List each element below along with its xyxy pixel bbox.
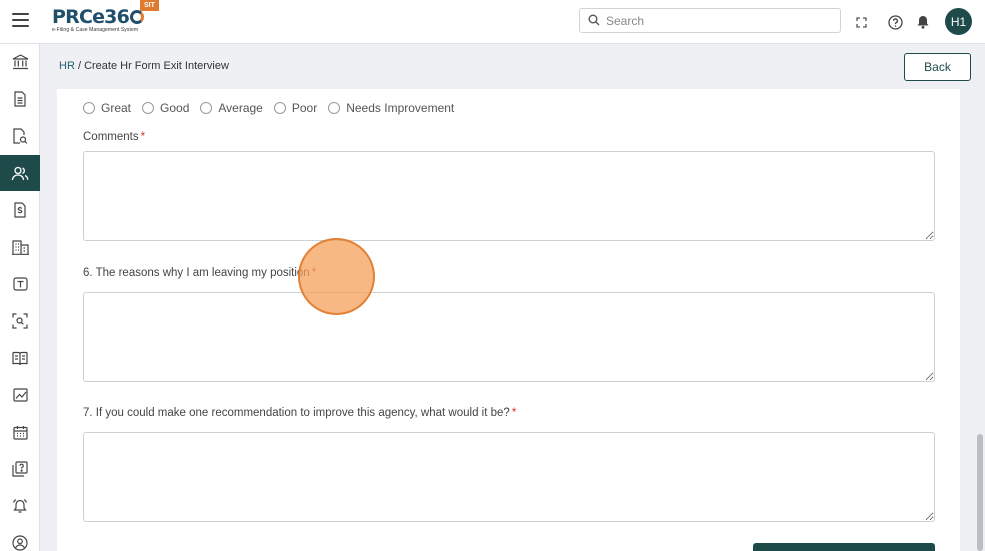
building-icon: [11, 239, 29, 255]
breadcrumb: HR / Create Hr Form Exit Interview: [59, 60, 229, 72]
required-marker: *: [140, 131, 146, 143]
fullscreen-icon[interactable]: [851, 12, 871, 32]
sidebar-item-hr[interactable]: [0, 155, 40, 191]
breadcrumb-current: Create Hr Form Exit Interview: [84, 60, 229, 72]
sidebar-item-library[interactable]: [0, 340, 40, 376]
q6-label: 6. The reasons why I am leaving my posit…: [83, 267, 317, 279]
sidebar-item-documents[interactable]: [0, 81, 40, 117]
calendar-icon: [12, 425, 28, 440]
comments-textarea[interactable]: [83, 151, 935, 241]
document-search-icon: [12, 127, 27, 144]
help-icon[interactable]: [885, 12, 905, 32]
scrollbar-thumb[interactable]: [977, 434, 983, 551]
sidebar-item-templates[interactable]: [0, 266, 40, 302]
rating-option-good[interactable]: Good: [142, 101, 189, 115]
required-marker: *: [311, 267, 317, 279]
radio-button[interactable]: [328, 102, 341, 114]
scrollbar[interactable]: [975, 89, 985, 551]
radio-button[interactable]: [200, 102, 213, 114]
logo-text: PRCe36: [52, 6, 130, 28]
q6-textarea[interactable]: [83, 292, 935, 382]
chart-icon: [12, 388, 28, 402]
menu-icon[interactable]: [12, 13, 29, 27]
breadcrumb-separator: /: [74, 60, 85, 72]
search-box[interactable]: [579, 8, 841, 33]
logo-subtitle: e-Filing & Case Management System: [52, 27, 139, 33]
breadcrumb-root[interactable]: HR: [59, 60, 75, 72]
q7-label: 7. If you could make one recommendation …: [83, 407, 517, 419]
comments-label: Comments *: [83, 131, 146, 143]
sidebar-item-reports[interactable]: [0, 377, 40, 413]
sidebar-item-faq[interactable]: [0, 451, 40, 487]
submit-button[interactable]: [753, 543, 935, 551]
rating-option-needs-improvement[interactable]: Needs Improvement: [328, 101, 454, 115]
breadcrumb-bar: HR / Create Hr Form Exit Interview Back: [41, 44, 985, 89]
sidebar-item-bank[interactable]: [0, 44, 40, 80]
env-badge: SIT: [140, 0, 159, 11]
back-button[interactable]: Back: [904, 53, 971, 81]
app-logo[interactable]: PRCe36 e-Filing & Case Management System: [52, 6, 145, 36]
sidebar: [0, 44, 40, 551]
required-marker: *: [511, 407, 517, 419]
top-bar: PRCe36 e-Filing & Case Management System…: [0, 0, 985, 44]
sidebar-item-calendar[interactable]: [0, 414, 40, 450]
form-card: Great Good Average Poor Needs Improvemen…: [57, 89, 960, 551]
user-avatar[interactable]: H1: [945, 8, 972, 35]
bank-icon: [12, 54, 28, 70]
invoice-dollar-icon: [14, 202, 26, 218]
radio-button[interactable]: [273, 102, 286, 114]
rating-option-poor[interactable]: Poor: [273, 101, 317, 115]
template-icon: [12, 276, 28, 291]
notification-bell-icon[interactable]: [913, 12, 933, 32]
user-circle-icon: [12, 535, 28, 551]
sidebar-item-profile[interactable]: [0, 525, 40, 551]
radio-button[interactable]: [83, 102, 95, 114]
sidebar-item-billing[interactable]: [0, 192, 40, 228]
sidebar-item-document-search[interactable]: [0, 118, 40, 154]
book-icon: [12, 351, 28, 365]
scan-search-icon: [12, 313, 28, 329]
q7-textarea[interactable]: [83, 432, 935, 522]
rating-radio-group: Great Good Average Poor Needs Improvemen…: [83, 101, 465, 115]
document-icon: [14, 91, 26, 107]
rating-option-great[interactable]: Great: [83, 101, 131, 115]
radio-button[interactable]: [142, 102, 155, 114]
users-icon: [11, 166, 29, 180]
sidebar-item-organization[interactable]: [0, 229, 40, 265]
rating-option-average[interactable]: Average: [200, 101, 263, 115]
search-icon: [588, 14, 600, 26]
sidebar-item-alerts[interactable]: [0, 488, 40, 524]
bell-alarm-icon: [12, 498, 28, 513]
sidebar-item-scan[interactable]: [0, 303, 40, 339]
question-doc-icon: [12, 461, 28, 477]
search-input[interactable]: [606, 12, 834, 30]
